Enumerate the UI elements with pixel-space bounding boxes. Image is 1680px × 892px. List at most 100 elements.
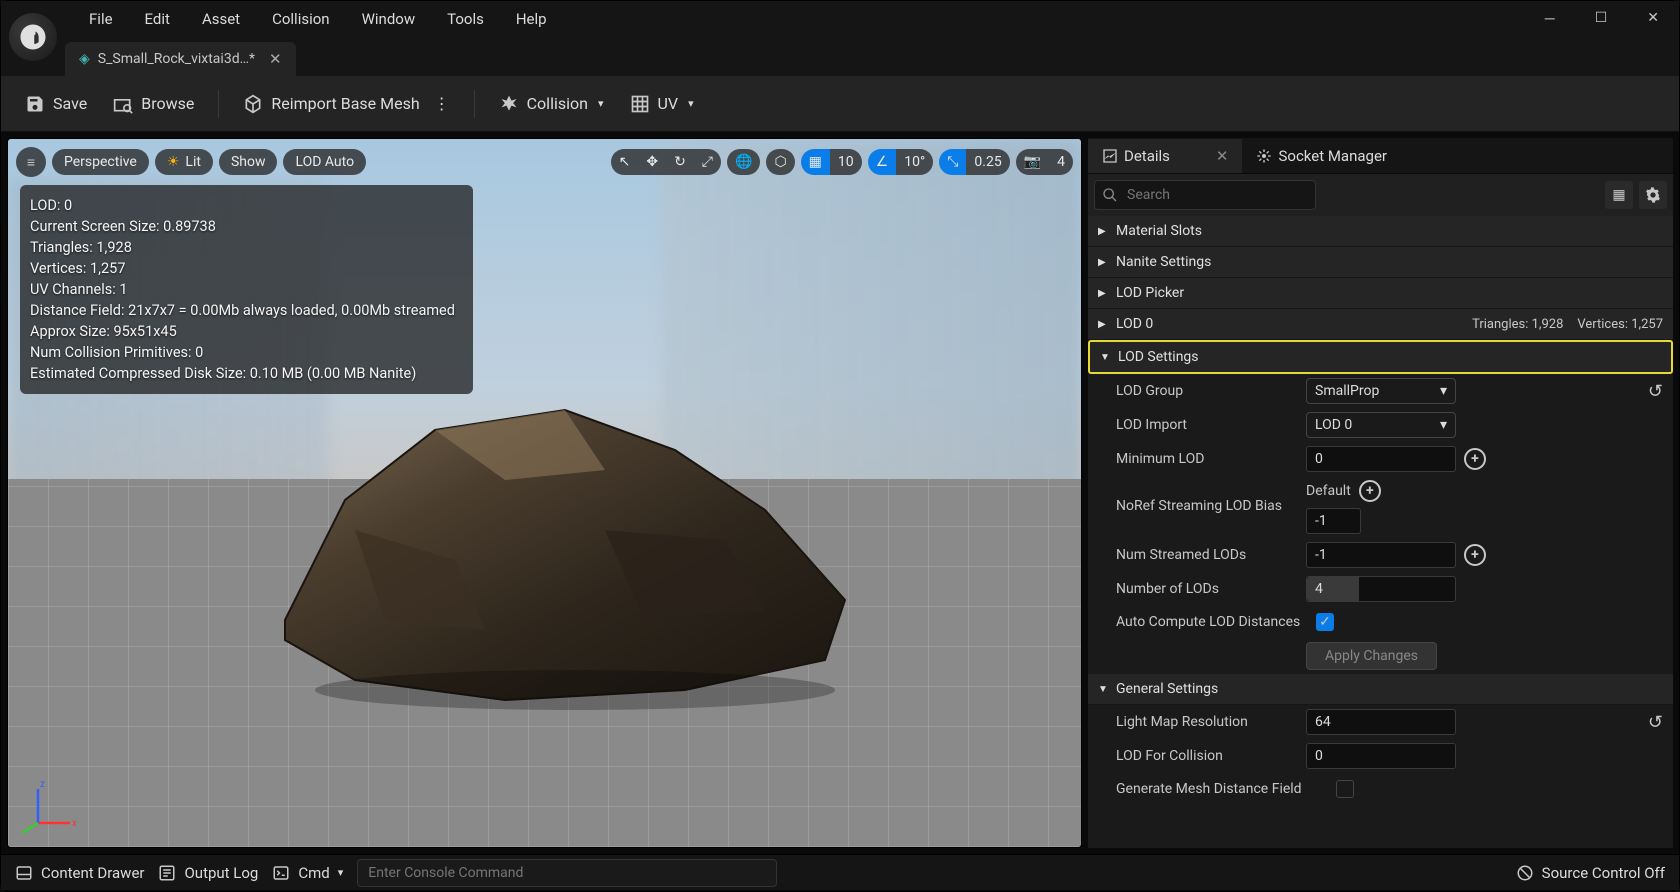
noref-bias-input[interactable] <box>1306 508 1361 534</box>
svg-text:z: z <box>40 779 45 790</box>
overlay-lod: LOD: 0 <box>30 195 455 216</box>
browse-icon <box>113 94 133 114</box>
prop-gen-distance-field: Generate Mesh Distance Field <box>1088 773 1673 805</box>
overlay-screen-size: Current Screen Size: 0.89738 <box>30 216 455 237</box>
console-command-input[interactable] <box>357 859 777 887</box>
auto-compute-checkbox[interactable]: ✓ <box>1316 613 1334 631</box>
apply-changes-button[interactable]: Apply Changes <box>1306 642 1437 670</box>
lod0-triangles: Triangles: 1,928 <box>1472 317 1563 332</box>
close-button[interactable]: ✕ <box>1635 6 1671 31</box>
num-streamed-add-button[interactable]: + <box>1464 544 1486 566</box>
scale-snap-value[interactable]: 0.25 <box>966 149 1009 175</box>
svg-text:x: x <box>72 818 76 829</box>
camera-speed-group: 📷 4 <box>1016 149 1073 175</box>
perspective-toggle[interactable]: Perspective <box>52 149 149 175</box>
overlay-uv-channels: UV Channels: 1 <box>30 279 455 300</box>
menu-file[interactable]: File <box>85 4 117 34</box>
gen-df-checkbox[interactable] <box>1336 780 1354 798</box>
browse-button[interactable]: Browse <box>103 88 204 120</box>
num-lods-slider[interactable]: 4 <box>1306 576 1456 602</box>
reimport-button[interactable]: Reimport Base Mesh ⋮ <box>233 88 459 120</box>
grid-snap-toggle[interactable]: ▦ <box>801 149 830 175</box>
prop-apply-changes: Apply Changes <box>1088 638 1673 674</box>
asset-tab[interactable]: ◈ S_Small_Rock_vixtai3d…* ✕ <box>65 42 296 76</box>
reset-lightmap[interactable]: ↺ <box>1648 712 1663 733</box>
separator <box>474 90 475 118</box>
reset-lod-group[interactable]: ↺ <box>1648 381 1663 402</box>
grid-snap-value[interactable]: 10 <box>830 149 862 175</box>
collision-label: Collision <box>527 94 588 113</box>
separator <box>218 90 219 118</box>
select-mode-button[interactable]: ↖ <box>611 149 639 175</box>
prop-lightmap-res: Light Map Resolution ↺ <box>1088 705 1673 739</box>
overlay-vertices: Vertices: 1,257 <box>30 258 455 279</box>
scale-mode-button[interactable]: ⤢ <box>694 149 721 175</box>
uv-dropdown[interactable]: UV ▾ <box>620 88 704 120</box>
grid-snap-group: ▦ 10 <box>801 149 862 175</box>
tab-close-icon[interactable]: ✕ <box>269 50 282 68</box>
save-button[interactable]: Save <box>15 88 97 120</box>
menu-help[interactable]: Help <box>512 4 551 34</box>
collision-dropdown[interactable]: Collision ▾ <box>489 88 614 120</box>
chevron-down-icon: ▾ <box>598 97 604 110</box>
rotate-mode-button[interactable]: ↻ <box>666 149 694 175</box>
coord-space-button[interactable]: 🌐 <box>727 149 760 175</box>
camera-speed-icon[interactable]: 📷 <box>1016 149 1049 175</box>
section-lod-picker[interactable]: ▶LOD Picker <box>1088 278 1673 309</box>
lod-group-dropdown[interactable]: SmallProp▾ <box>1306 378 1456 404</box>
angle-snap-toggle[interactable]: ∠ <box>868 149 897 175</box>
show-toggle[interactable]: Show <box>219 149 278 175</box>
details-search-input[interactable] <box>1094 180 1316 210</box>
settings-button[interactable] <box>1639 181 1667 209</box>
num-streamed-input[interactable] <box>1306 542 1456 568</box>
lit-toggle[interactable]: ☀Lit <box>155 149 213 175</box>
menu-collision[interactable]: Collision <box>268 4 334 34</box>
cmd-dropdown[interactable]: Cmd ▾ <box>272 864 343 882</box>
maximize-button[interactable]: ☐ <box>1583 6 1620 31</box>
details-tab[interactable]: Details ✕ <box>1088 139 1242 173</box>
minimize-button[interactable]: ─ <box>1533 6 1567 31</box>
source-control-button[interactable]: Source Control Off <box>1516 864 1665 882</box>
viewport-options-button[interactable]: ≡ <box>16 147 46 177</box>
scale-snap-toggle[interactable]: ⤡ <box>939 149 966 175</box>
lod-collision-input[interactable] <box>1306 743 1456 769</box>
prop-noref-bias: NoRef Streaming LOD Bias Default + <box>1088 476 1673 538</box>
section-lod-settings[interactable]: ▼LOD Settings <box>1088 340 1673 374</box>
viewport-stats-overlay: LOD: 0 Current Screen Size: 0.89738 Tria… <box>20 185 473 394</box>
lod-auto-toggle[interactable]: LOD Auto <box>283 149 366 175</box>
camera-speed-value[interactable]: 4 <box>1049 149 1073 175</box>
lightmap-res-input[interactable] <box>1306 709 1456 735</box>
details-body[interactable]: ▶Material Slots ▶Nanite Settings ▶LOD Pi… <box>1088 216 1673 848</box>
reimport-icon <box>243 94 263 114</box>
terminal-icon <box>272 864 290 882</box>
prop-num-lods: Number of LODs 4 <box>1088 572 1673 606</box>
section-nanite[interactable]: ▶Nanite Settings <box>1088 247 1673 278</box>
menu-edit[interactable]: Edit <box>141 4 174 34</box>
socket-manager-tab[interactable]: Socket Manager <box>1242 139 1401 173</box>
section-lod0[interactable]: ▶LOD 0 Triangles: 1,928 Vertices: 1,257 <box>1088 309 1673 340</box>
overlay-distance-field: Distance Field: 21x7x7 = 0.00Mb always l… <box>30 300 455 321</box>
window-controls: ─ ☐ ✕ <box>1533 6 1671 31</box>
min-lod-input[interactable] <box>1306 446 1456 472</box>
translate-mode-button[interactable]: ✥ <box>638 149 666 175</box>
section-general-settings[interactable]: ▼General Settings <box>1088 674 1673 705</box>
lod-import-dropdown[interactable]: LOD 0▾ <box>1306 412 1456 438</box>
view-options-button[interactable]: ▦ <box>1605 181 1633 209</box>
min-lod-add-button[interactable]: + <box>1464 448 1486 470</box>
snap-surface-button[interactable]: ⬡ <box>766 149 794 175</box>
menu-window[interactable]: Window <box>358 4 420 34</box>
asset-tab-label: S_Small_Rock_vixtai3d…* <box>98 51 255 67</box>
viewport[interactable]: ≡ Perspective ☀Lit Show LOD Auto ↖ ✥ ↻ ⤢… <box>7 138 1082 848</box>
angle-snap-value[interactable]: 10° <box>896 149 933 175</box>
details-tab-close[interactable]: ✕ <box>1216 147 1229 165</box>
output-log-button[interactable]: Output Log <box>158 864 258 882</box>
content-drawer-button[interactable]: Content Drawer <box>15 864 144 882</box>
menu-tools[interactable]: Tools <box>443 4 488 34</box>
reimport-options-icon[interactable]: ⋮ <box>434 94 450 113</box>
log-icon <box>158 864 176 882</box>
section-material-slots[interactable]: ▶Material Slots <box>1088 216 1673 247</box>
prop-lod-collision: LOD For Collision <box>1088 739 1673 773</box>
details-icon <box>1102 148 1118 164</box>
menu-asset[interactable]: Asset <box>198 4 244 34</box>
noref-add-button[interactable]: + <box>1359 480 1381 502</box>
